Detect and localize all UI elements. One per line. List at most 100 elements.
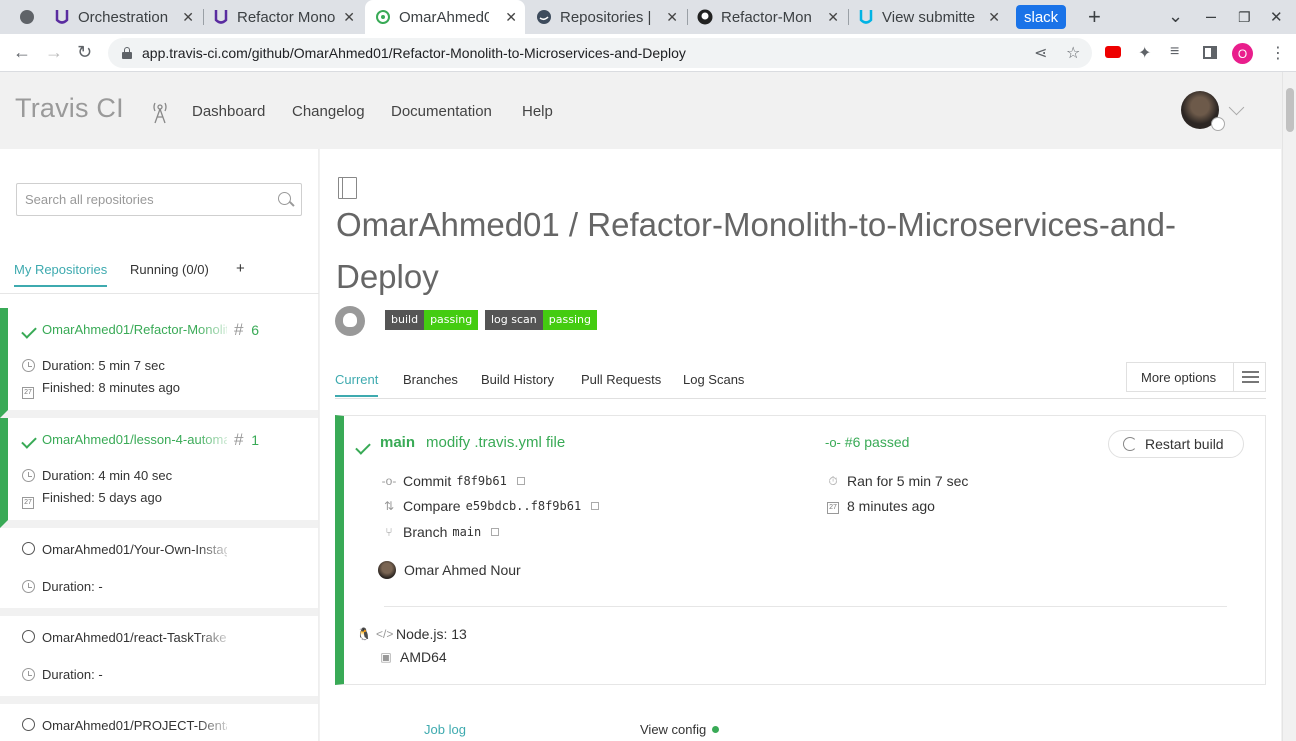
- author-row[interactable]: Omar Ahmed Nour: [378, 561, 521, 579]
- browser-toolbar: ← → ↻ app.travis-ci.com/github/OmarAhmed…: [0, 34, 1296, 72]
- nav-help[interactable]: Help: [522, 103, 553, 120]
- lock-icon[interactable]: [122, 47, 132, 59]
- commit-row[interactable]: -o- Commit f8f9b61: [381, 473, 525, 489]
- github-icon: [697, 9, 713, 25]
- tab-build-history[interactable]: Build History: [481, 372, 554, 387]
- restart-icon: [1123, 437, 1137, 451]
- reload-icon[interactable]: ↻: [77, 42, 92, 63]
- no-builds-circle-icon: [22, 718, 35, 736]
- nav-documentation[interactable]: Documentation: [391, 103, 492, 120]
- hamburger-menu-icon[interactable]: [1233, 363, 1265, 391]
- repo-list-item[interactable]: OmarAhmed01/Your-Own-Instagram Duration:…: [0, 528, 318, 616]
- build-branch[interactable]: main: [380, 434, 415, 451]
- tab-branches[interactable]: Branches: [403, 372, 458, 387]
- more-options-button[interactable]: More options: [1126, 362, 1266, 392]
- github-icon: [1211, 117, 1225, 131]
- code-icon: </>: [376, 627, 394, 641]
- browser-tab[interactable]: Orchestration ✕: [44, 0, 202, 34]
- travis-logo[interactable]: Travis CI: [15, 93, 124, 124]
- author-name: Omar Ahmed Nour: [404, 562, 521, 578]
- repo-list-item[interactable]: OmarAhmed01/PROJECT-Dental: [0, 704, 318, 741]
- broadcast-antenna-icon[interactable]: [151, 100, 169, 124]
- close-tab-icon[interactable]: ✕: [827, 9, 839, 26]
- nav-changelog[interactable]: Changelog: [292, 103, 365, 120]
- new-tab-button[interactable]: +: [1088, 4, 1101, 30]
- log-scan-badge[interactable]: log scan passing: [485, 310, 597, 330]
- scrollbar-thumb[interactable]: [1286, 88, 1294, 132]
- browser-menu-icon[interactable]: ⋮: [1270, 43, 1286, 63]
- external-link-icon[interactable]: [491, 528, 500, 536]
- external-link-icon[interactable]: [516, 477, 525, 485]
- media-control-icon[interactable]: ≡: [1170, 43, 1179, 61]
- repo-list-item[interactable]: OmarAhmed01/lesson-4-automation # 1 Dura…: [0, 418, 318, 528]
- address-bar[interactable]: app.travis-ci.com/github/OmarAhmed01/Ref…: [108, 38, 1092, 68]
- build-number[interactable]: # 1: [234, 430, 259, 450]
- tab-log-scans[interactable]: Log Scans: [683, 372, 744, 387]
- commit-message[interactable]: modify .travis.yml file: [426, 434, 565, 451]
- browser-tab[interactable]: View submitte ✕: [848, 0, 1008, 34]
- restart-build-button[interactable]: Restart build: [1108, 430, 1244, 458]
- status-dot: [712, 726, 720, 733]
- side-panel-icon[interactable]: [1203, 46, 1217, 59]
- browser-tab[interactable]: Refactor Mono ✕: [203, 0, 363, 34]
- job-log-tab[interactable]: Job log: [424, 722, 466, 737]
- close-tab-icon[interactable]: ✕: [505, 9, 517, 26]
- search-input[interactable]: Search all repositories: [16, 183, 302, 216]
- browser-tab[interactable]: Repositories | ✕: [526, 0, 686, 34]
- tab-pull-requests[interactable]: Pull Requests: [581, 372, 661, 387]
- repo-duration: Duration: -: [42, 667, 103, 682]
- maximize-icon[interactable]: ❐: [1238, 9, 1251, 26]
- search-icon[interactable]: [278, 192, 291, 205]
- branch-row[interactable]: ⑂ Branch main: [381, 524, 500, 540]
- nav-dashboard[interactable]: Dashboard: [192, 103, 265, 120]
- close-tab-icon[interactable]: ✕: [182, 9, 194, 26]
- tab-my-repositories[interactable]: My Repositories: [14, 262, 108, 287]
- forward-icon[interactable]: →: [45, 42, 63, 63]
- commit-node-icon: -o-: [825, 435, 841, 450]
- close-tab-icon[interactable]: ✕: [343, 9, 355, 26]
- browser-tab-active[interactable]: OmarAhmed0 ✕: [365, 0, 525, 34]
- udacity-icon: [213, 9, 229, 25]
- udacity-icon: [858, 9, 874, 25]
- close-tab-icon[interactable]: ✕: [666, 9, 678, 26]
- close-window-icon[interactable]: ✕: [1270, 8, 1283, 26]
- commit-sha[interactable]: f8f9b61: [456, 474, 507, 488]
- extensions-puzzle-icon[interactable]: ✦: [1138, 43, 1151, 63]
- share-icon[interactable]: ⋖: [1034, 43, 1047, 63]
- close-tab-icon[interactable]: ✕: [988, 9, 1000, 26]
- back-icon[interactable]: ←: [13, 42, 31, 63]
- compare-range[interactable]: e59bdcb..f8f9b61: [466, 499, 582, 513]
- profile-avatar[interactable]: O: [1232, 43, 1253, 64]
- page-scrollbar[interactable]: [1282, 72, 1296, 741]
- url-text: app.travis-ci.com/github/OmarAhmed01/Ref…: [142, 45, 686, 61]
- github-icon[interactable]: [335, 306, 365, 336]
- compare-row[interactable]: ⇅ Compare e59bdcb..f8f9b61: [381, 498, 600, 514]
- youtube-extension-icon[interactable]: [1105, 46, 1121, 58]
- slack-tab-group[interactable]: slack: [1016, 5, 1067, 29]
- build-status[interactable]: -o- #6 passed: [825, 434, 909, 450]
- travis-header: Travis CI Dashboard Changelog Documentat…: [0, 72, 1282, 149]
- browser-tab[interactable]: Refactor-Mon ✕: [687, 0, 847, 34]
- add-repository-button[interactable]: +: [236, 260, 245, 277]
- external-link-icon[interactable]: [591, 502, 600, 510]
- chevron-down-icon[interactable]: [1228, 99, 1245, 116]
- build-status-badge[interactable]: build passing: [385, 310, 479, 330]
- tab-current[interactable]: Current: [335, 372, 379, 397]
- clock-icon: [22, 668, 35, 686]
- repo-duration: Duration: 5 min 7 sec: [42, 358, 165, 373]
- build-number[interactable]: # 6: [234, 320, 259, 340]
- bookmark-star-icon[interactable]: ☆: [1066, 43, 1080, 63]
- repo-finished: Finished: 5 days ago: [42, 490, 162, 505]
- repo-list-item[interactable]: OmarAhmed01/react-TaskTraker Duration: -: [0, 616, 318, 704]
- view-config-tab[interactable]: View config: [640, 722, 720, 737]
- sidebar: Search all repositories My Repositories …: [0, 149, 319, 741]
- tab-title: Refactor-Mon: [721, 8, 812, 26]
- minimize-icon[interactable]: –: [1206, 6, 1216, 27]
- view-config-label: View config: [640, 722, 707, 737]
- repo-list-item[interactable]: OmarAhmed01/Refactor-Monolith-to-Microse…: [0, 308, 318, 418]
- tab-running[interactable]: Running (0/0): [130, 262, 209, 277]
- chevron-down-icon[interactable]: ⌄: [1168, 6, 1183, 27]
- build-finished: 8 minutes ago: [847, 498, 935, 514]
- window-menu-icon[interactable]: [20, 10, 34, 24]
- branch-value[interactable]: main: [452, 525, 481, 539]
